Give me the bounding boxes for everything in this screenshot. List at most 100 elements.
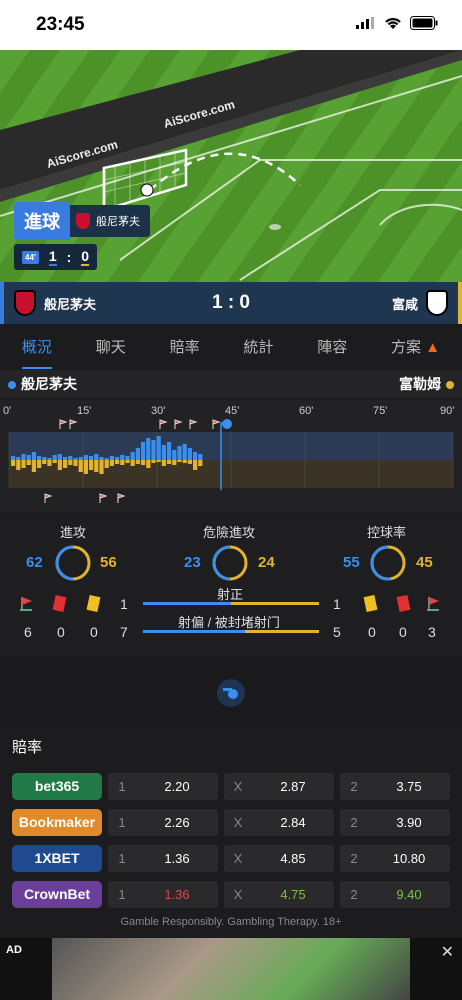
odds-draw-key: X — [233, 778, 243, 794]
odds-row[interactable]: CrownBet 1 1.36 X 4.75 2 9.40 — [12, 880, 450, 908]
odds-draw-cell[interactable]: X 2.84 — [224, 808, 334, 836]
tab-overview[interactable]: 概況 — [21, 336, 52, 369]
home-pressure-bar — [21, 454, 26, 460]
odds-row[interactable]: Bookmaker 1 2.26 X 2.84 2 3.90 — [12, 808, 450, 836]
home-dot-icon — [8, 381, 16, 389]
close-icon[interactable]: ✕ — [441, 942, 454, 962]
on-target-label: 射正 — [217, 587, 244, 602]
away-pressure-bar — [26, 460, 31, 465]
tab-odds[interactable]: 賠率 — [170, 336, 200, 357]
corner-event-icon — [69, 419, 78, 429]
ball-icon — [140, 183, 154, 197]
on-target-bar — [143, 602, 319, 605]
ad-banner[interactable]: AD ✕ — [0, 938, 462, 1000]
possession-away: 45 — [416, 554, 433, 571]
odds-away-cell[interactable]: 2 9.40 — [340, 880, 450, 908]
away-team-name: 富咸 — [391, 296, 418, 312]
odds-draw-key: X — [233, 814, 243, 830]
away-pressure-bar — [198, 460, 203, 466]
goal-team: 般尼茅夫 — [70, 205, 150, 237]
away-pressure-bar — [151, 460, 156, 463]
corner-event-icon — [99, 493, 108, 503]
mini-home-score: 1 — [48, 248, 57, 266]
away-pressure-bar — [125, 460, 130, 463]
home-pressure-bar — [26, 455, 31, 460]
odds-title: 賠率 — [12, 739, 43, 756]
attack-ring — [55, 545, 91, 581]
home-pressure-bar — [161, 445, 166, 460]
bookmaker-logo[interactable]: CrownBet — [12, 880, 102, 908]
home-pressure-bar — [172, 450, 177, 460]
away-pressure-bar — [21, 460, 26, 468]
away-pressure-bar — [120, 460, 125, 465]
odds-home-cell[interactable]: 1 2.26 — [108, 808, 218, 836]
timeline-tick-label: 30' — [151, 405, 165, 417]
away-pressure-bar — [78, 460, 83, 472]
yellow-card-icon — [86, 595, 101, 612]
odds-away-key: 2 — [350, 886, 358, 902]
away-yellows: 0 — [368, 624, 376, 640]
away-pressure-bar — [172, 460, 177, 465]
red-card-icon — [396, 595, 411, 612]
tab-tips[interactable]: 方案 ▲ — [391, 336, 440, 357]
attack-away: 56 — [100, 554, 117, 571]
away-pressure-bar — [31, 460, 36, 472]
attack-home: 62 — [26, 554, 43, 571]
odds-draw-cell[interactable]: X 4.75 — [224, 880, 334, 908]
odds-home-cell[interactable]: 1 1.36 — [108, 844, 218, 872]
away-pressure-bar — [94, 460, 99, 472]
home-pressure-bar — [167, 442, 172, 460]
odds-draw-key: X — [233, 850, 243, 866]
odds-home-key: 1 — [118, 850, 126, 866]
on-target-home: 1 — [120, 596, 128, 612]
home-pressure-bar — [73, 458, 78, 460]
bookmaker-logo[interactable]: Bookmaker — [12, 808, 102, 836]
odds-draw-value: 2.87 — [280, 778, 306, 794]
odds-away-cell[interactable]: 2 3.75 — [340, 772, 450, 800]
odds-home-cell[interactable]: 1 2.20 — [108, 772, 218, 800]
away-pressure-bar — [193, 460, 198, 470]
home-pressure-bar — [78, 457, 83, 460]
odds-row[interactable]: 1XBET 1 1.36 X 4.85 2 10.80 — [12, 844, 450, 872]
home-pressure-bar — [47, 458, 52, 460]
home-team-name: 般尼茅夫 — [44, 296, 97, 312]
away-pressure-bar — [63, 460, 68, 468]
odds-away-value: 10.80 — [392, 850, 426, 866]
home-team[interactable]: 般尼茅夫 — [14, 290, 96, 316]
odds-section: 賠率 bet365 1 2.20 X 2.87 2 3.75 Bookmaker 1 2.26 X 2… — [0, 726, 462, 938]
home-pressure-bar — [125, 456, 130, 460]
corner-flag-icon — [427, 597, 439, 611]
gamble-disclaimer[interactable]: Gamble Responsibly. Gambling Therapy. 18… — [0, 916, 462, 928]
odds-draw-value: 4.85 — [280, 850, 306, 866]
odds-away-cell[interactable]: 2 3.90 — [340, 808, 450, 836]
match-timeline[interactable]: 0' 15' 30' 45' 60' 75' 90' — [0, 400, 462, 512]
corner-event-icon — [212, 419, 221, 429]
goal-event-icon — [222, 419, 232, 429]
home-pressure-bar — [94, 454, 99, 460]
home-pressure-bar — [42, 457, 47, 460]
odds-row[interactable]: bet365 1 2.20 X 2.87 2 3.75 — [12, 772, 450, 800]
tab-stats[interactable]: 統計 — [243, 336, 273, 357]
odds-home-cell[interactable]: 1 1.36 — [108, 880, 218, 908]
away-pressure-bar — [156, 460, 161, 462]
away-team[interactable]: 富咸 — [392, 290, 448, 316]
odds-home-value: 2.20 — [164, 778, 190, 794]
odds-draw-value: 4.75 — [280, 886, 306, 902]
away-pressure-bar — [135, 460, 140, 464]
home-pressure-bar — [141, 442, 146, 460]
away-pressure-bar — [130, 460, 135, 466]
home-pressure-bar — [156, 436, 161, 460]
bookmaker-logo[interactable]: bet365 — [12, 772, 102, 800]
goal-alert: 進球 般尼茅夫 — [14, 202, 150, 240]
tab-lineup[interactable]: 陣容 — [317, 336, 347, 357]
odds-away-cell[interactable]: 2 10.80 — [340, 844, 450, 872]
ad-image[interactable] — [52, 938, 410, 1000]
odds-draw-cell[interactable]: X 2.87 — [224, 772, 334, 800]
home-pressure-bar — [193, 452, 198, 460]
odds-draw-cell[interactable]: X 4.85 — [224, 844, 334, 872]
battery-icon — [410, 16, 438, 30]
bookmaker-logo[interactable]: 1XBET — [12, 844, 102, 872]
away-pressure-bar — [161, 460, 166, 466]
odds-away-key: 2 — [350, 814, 358, 830]
tab-chat[interactable]: 聊天 — [96, 336, 126, 357]
